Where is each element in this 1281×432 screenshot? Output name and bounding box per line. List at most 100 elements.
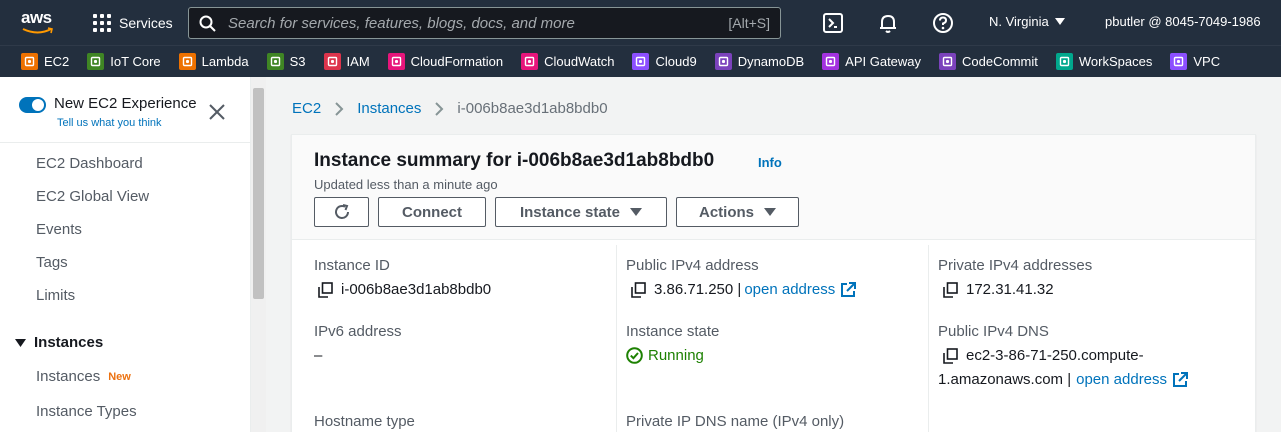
copy-icon[interactable] [631,281,646,298]
search-icon [199,15,216,32]
sidebar-item-ec2-global-view[interactable]: EC2 Global View [36,188,149,205]
s3-icon [266,53,284,70]
codecommit-icon [939,53,957,70]
favorite-label: CloudFormation [410,54,504,69]
services-label: Services [119,15,173,31]
chevron-right-icon [435,101,444,116]
services-grid-icon [93,14,111,32]
favorite-ec2[interactable]: EC2 [21,53,69,70]
copy-icon[interactable] [943,281,958,298]
aws-logo[interactable]: aws [21,8,57,36]
favorite-codecommit[interactable]: CodeCommit [939,53,1038,70]
sidebar-item-limits[interactable]: Limits [36,287,75,304]
public-ipv4-label: Public IPv4 address [626,257,759,274]
sidebar-divider [0,142,251,143]
hostname-type-label: Hostname type [314,413,415,430]
vpc-icon [1170,53,1188,70]
breadcrumb-ec2[interactable]: EC2 [292,100,321,117]
column-divider [928,245,929,432]
services-menu[interactable]: Services [93,12,173,34]
workspaces-icon [1055,53,1073,70]
copy-icon[interactable] [943,347,958,364]
favorite-workspaces[interactable]: WorkSpaces [1055,53,1153,70]
sidebar-item-tags[interactable]: Tags [36,254,68,271]
caret-down-icon [630,208,643,216]
bell-icon[interactable] [877,12,899,34]
favorite-api-gateway[interactable]: API Gateway [822,53,921,70]
close-icon[interactable] [208,103,226,121]
cloudwatch-icon [521,53,539,70]
connect-button[interactable]: Connect [378,197,486,227]
private-ipv4-value: 172.31.41.32 [943,281,1054,298]
search-bar[interactable]: [Alt+S] [188,7,781,39]
favorite-label: DynamoDB [737,54,805,69]
feedback-link[interactable]: Tell us what you think [57,117,162,129]
ec2-icon [21,53,38,70]
caret-down-icon [15,338,26,347]
sidebar-item-ec2-dashboard[interactable]: EC2 Dashboard [36,155,143,172]
public-dns-label: Public IPv4 DNS [938,323,1049,340]
column-divider [616,245,617,432]
help-icon[interactable] [932,12,954,34]
favorite-label: Cloud9 [655,54,697,69]
open-address-link[interactable]: open address [744,281,835,298]
refresh-icon [334,204,349,219]
instance-state-button[interactable]: Instance state [495,197,667,227]
favorite-label: VPC [1193,54,1221,69]
favorite-vpc[interactable]: VPC [1170,53,1220,70]
favorite-label: API Gateway [845,54,922,69]
sidebar-item-instances[interactable]: Instances New [36,368,131,385]
search-input[interactable] [228,14,729,32]
breadcrumb-instances[interactable]: Instances [357,100,421,117]
refresh-button[interactable] [314,197,369,227]
caret-down-icon [764,208,776,216]
actions-button[interactable]: Actions [676,197,799,227]
caret-down-icon [1054,18,1065,25]
sidebar-item-instance-types[interactable]: Instance Types [36,403,137,420]
sidebar: New EC2 Experience Tell us what you thin… [0,77,251,432]
external-link-icon[interactable] [840,281,857,298]
breadcrumb: EC2 Instances i-006b8ae3d1ab8bdb0 [292,100,608,117]
aws-logo-text: aws [21,8,52,27]
api-gateway-icon [822,53,840,70]
public-ipv4-text: 3.86.71.250 | [654,281,742,298]
dynamodb-icon [714,53,732,70]
instance-id-value: i-006b8ae3d1ab8bdb0 [318,281,491,298]
instance-state-value: Running [626,347,704,364]
cloudformation-icon [387,53,405,70]
scrollbar-thumb[interactable] [253,88,264,299]
sidebar-section-instances[interactable]: Instances [15,334,103,351]
copy-icon[interactable] [318,281,333,298]
favorite-cloudformation[interactable]: CloudFormation [387,53,504,70]
status-success-icon [626,347,643,364]
open-address-link[interactable]: open address [1076,371,1167,388]
favorite-cloud9[interactable]: Cloud9 [632,53,697,70]
favorite-label: Lambda [201,54,249,69]
sidebar-scrollbar[interactable] [251,77,266,432]
cloudshell-icon[interactable] [822,12,844,34]
top-nav: aws Services [Alt+S] N. Virginia [0,0,1281,45]
private-ipv4-label: Private IPv4 addresses [938,257,1093,274]
sidebar-item-events[interactable]: Events [36,221,82,238]
external-link-icon[interactable] [1172,371,1189,388]
favorite-label: WorkSpaces [1078,54,1153,69]
favorite-iot-core[interactable]: IoT Core [87,53,161,70]
favorite-lambda[interactable]: Lambda [178,53,249,70]
account-menu[interactable]: pbutler @ 8045-7049-1986 [1105,14,1261,29]
new-experience-toggle[interactable] [19,97,46,113]
updated-text: Updated less than a minute ago [314,177,498,192]
public-dns-text-line2: 1.amazonaws.com | [938,371,1072,388]
favorite-dynamodb[interactable]: DynamoDB [714,53,805,70]
favorite-label: EC2 [44,54,70,69]
instance-state-field-label: Instance state [626,323,720,340]
favorite-s3[interactable]: S3 [266,53,306,70]
new-badge: New [108,370,131,383]
region-selector[interactable]: N. Virginia [989,14,1065,29]
private-ipv4-text: 172.31.41.32 [966,281,1054,298]
info-link[interactable]: Info [758,155,782,170]
favorite-iam[interactable]: IAM [323,53,370,70]
instance-id-label: Instance ID [314,257,390,274]
favorite-cloudwatch[interactable]: CloudWatch [521,53,614,70]
region-label: N. Virginia [989,14,1049,29]
search-shortcut: [Alt+S] [728,15,770,31]
